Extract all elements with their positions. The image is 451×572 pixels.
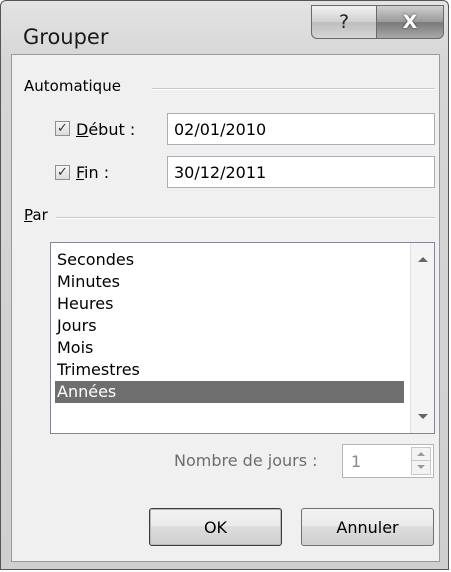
days-spinner[interactable]: 1 xyxy=(342,444,434,478)
days-label: Nombre de jours : xyxy=(174,451,318,470)
list-item[interactable]: Heures xyxy=(55,293,404,315)
end-date-input[interactable] xyxy=(167,156,435,188)
list-item[interactable]: Minutes xyxy=(55,271,404,293)
list-item[interactable]: Années xyxy=(55,381,404,403)
par-group-label: Par xyxy=(24,206,56,224)
start-checkbox[interactable]: ✓ xyxy=(55,121,70,136)
list-item[interactable]: Trimestres xyxy=(55,359,404,381)
spin-down-icon[interactable] xyxy=(412,461,430,474)
list-item[interactable]: Secondes xyxy=(55,249,404,271)
check-icon: ✓ xyxy=(57,121,68,136)
end-label: Fin : xyxy=(76,163,109,182)
grouper-dialog: Grouper ? X Automatique ✓ Début : ✓ Fin … xyxy=(0,0,449,570)
days-value: 1 xyxy=(351,452,362,471)
listbox-scrollbar[interactable] xyxy=(410,243,434,433)
grouping-listbox[interactable]: Secondes Minutes Heures Jours Mois Trimestres… xyxy=(50,242,435,434)
spin-up-icon[interactable] xyxy=(412,448,430,461)
close-icon: X xyxy=(402,11,418,33)
scroll-up-icon[interactable] xyxy=(418,257,428,262)
scroll-down-icon[interactable] xyxy=(418,414,428,419)
par-divider xyxy=(56,217,435,219)
help-icon: ? xyxy=(338,11,350,33)
end-label-mnemonic: F xyxy=(76,163,85,182)
spin-buttons xyxy=(411,447,431,475)
start-label: Début : xyxy=(76,120,135,139)
ok-button[interactable]: OK xyxy=(149,508,282,546)
end-checkbox[interactable]: ✓ xyxy=(55,165,70,180)
listbox-items: Secondes Minutes Heures Jours Mois Trimestres… xyxy=(55,249,404,403)
cancel-button[interactable]: Annuler xyxy=(301,508,434,546)
help-button[interactable]: ? xyxy=(311,5,377,39)
list-item[interactable]: Mois xyxy=(55,337,404,359)
automatique-divider xyxy=(152,88,435,90)
close-button[interactable]: X xyxy=(376,5,444,39)
window-title: Grouper xyxy=(23,25,109,49)
start-label-mnemonic: D xyxy=(76,120,89,139)
check-icon: ✓ xyxy=(57,165,68,180)
automatique-group-label: Automatique xyxy=(24,77,129,95)
par-label-rest: ar xyxy=(32,206,48,224)
title-bar[interactable]: Grouper ? X xyxy=(1,1,448,55)
end-label-rest: in : xyxy=(84,163,110,182)
list-item[interactable]: Jours xyxy=(55,315,404,337)
start-date-input[interactable] xyxy=(167,113,435,145)
start-label-rest: ébut : xyxy=(88,120,136,139)
dialog-body: Automatique ✓ Début : ✓ Fin : Par Second… xyxy=(11,54,440,562)
